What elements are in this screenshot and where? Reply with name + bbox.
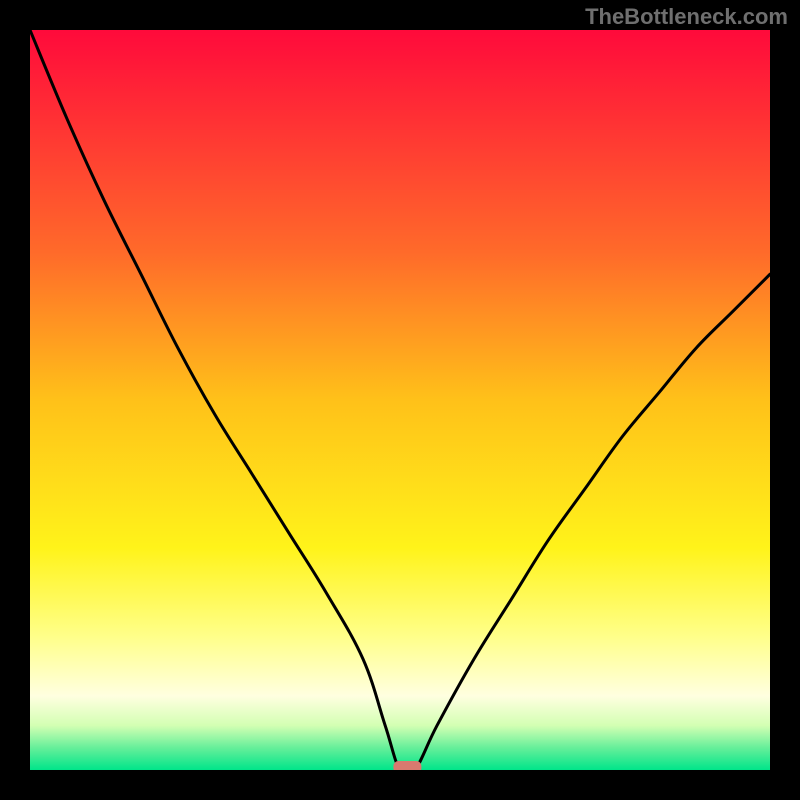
chart-frame: TheBottleneck.com (0, 0, 800, 800)
chart-background (30, 30, 770, 770)
chart-plot-area (30, 30, 770, 770)
watermark-text: TheBottleneck.com (585, 4, 788, 30)
optimum-marker (393, 761, 421, 770)
